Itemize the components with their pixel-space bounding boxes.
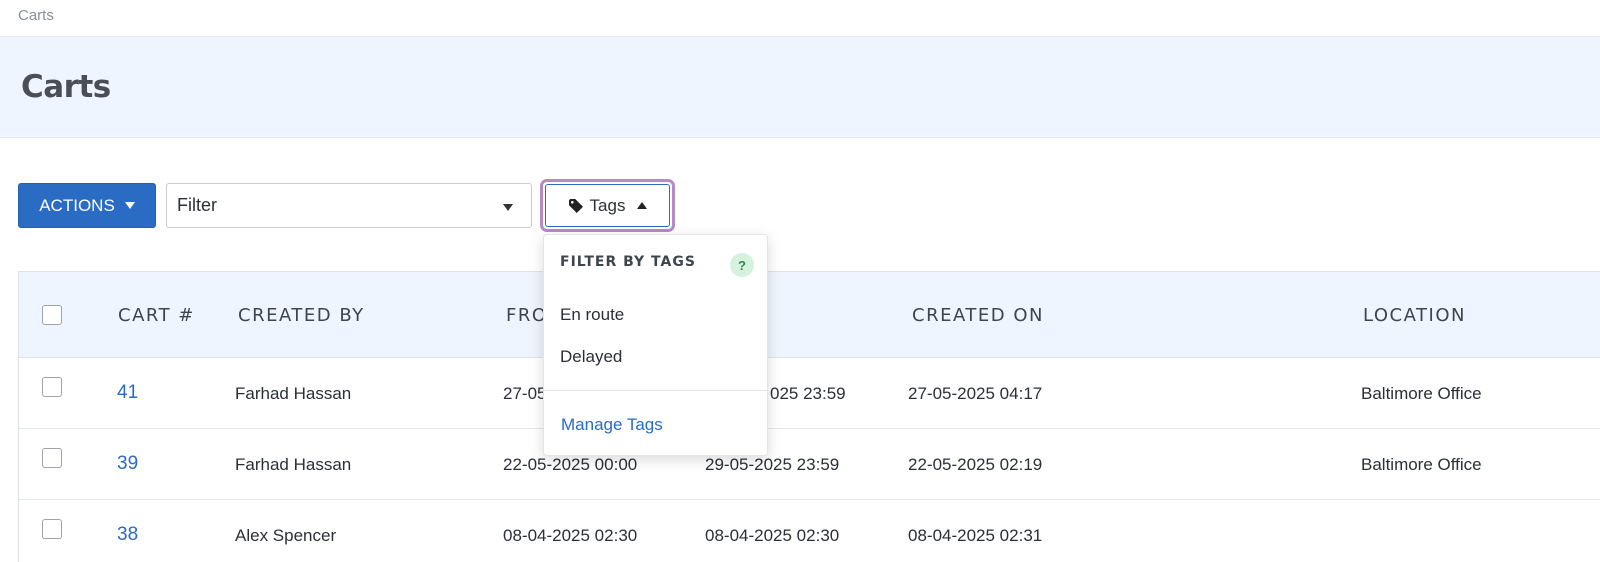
dropdown-title: FILTER BY TAGS: [560, 254, 696, 270]
actions-button[interactable]: ACTIONS: [18, 183, 156, 228]
cell-to: 025 23:59: [770, 384, 846, 403]
row-checkbox[interactable]: [42, 519, 62, 539]
cell-from: 22-05-2025 00:00: [503, 455, 638, 474]
header-cart-number[interactable]: CART #: [118, 305, 195, 326]
caret-up-icon: [637, 202, 648, 209]
header-created-by[interactable]: CREATED BY: [238, 305, 365, 326]
tags-button-label: Tags: [589, 195, 626, 215]
cart-link[interactable]: 39: [117, 453, 138, 475]
tag-option-en-route[interactable]: En route: [560, 305, 624, 325]
actions-button-label: ACTIONS: [39, 195, 115, 215]
table-row: 39 Farhad Hassan 22-05-2025 00:00 29-05-…: [19, 429, 1600, 500]
tags-button[interactable]: Tags: [545, 184, 670, 227]
cart-link[interactable]: 41: [117, 382, 138, 404]
help-icon[interactable]: ?: [730, 253, 754, 277]
cell-created-by: Farhad Hassan: [235, 384, 352, 403]
tag-option-delayed[interactable]: Delayed: [560, 347, 622, 367]
caret-down-icon: [124, 202, 135, 209]
page-title: Carts: [21, 69, 111, 105]
header-from[interactable]: FRO: [506, 305, 548, 326]
breadcrumb[interactable]: Carts: [18, 7, 54, 24]
tags-dropdown: FILTER BY TAGS ? En route Delayed Manage…: [543, 234, 769, 456]
dropdown-divider: [544, 390, 769, 391]
filter-select[interactable]: Filter: [166, 183, 532, 228]
cell-to: 29-05-2025 23:59: [705, 455, 840, 474]
cell-created-on: 08-04-2025 02:31: [908, 526, 1043, 545]
page-header: Carts: [0, 37, 1600, 138]
breadcrumb-bar: Carts: [0, 0, 1600, 37]
carts-table: CART # CREATED BY FRO CREATED ON LOCATIO…: [18, 271, 1600, 562]
cell-location: Baltimore Office: [1361, 455, 1482, 474]
row-checkbox[interactable]: [42, 377, 62, 397]
header-created-on[interactable]: CREATED ON: [912, 305, 1044, 326]
cell-created-on: 22-05-2025 02:19: [908, 455, 1043, 474]
cell-to: 08-04-2025 02:30: [705, 526, 840, 545]
header-location[interactable]: LOCATION: [1363, 305, 1466, 326]
table-header: CART # CREATED BY FRO CREATED ON LOCATIO…: [19, 272, 1600, 358]
row-checkbox[interactable]: [42, 448, 62, 468]
select-all-checkbox[interactable]: [42, 305, 62, 325]
table-row: 38 Alex Spencer 08-04-2025 02:30 08-04-2…: [19, 500, 1600, 562]
cell-created-on: 27-05-2025 04:17: [908, 384, 1043, 403]
manage-tags-link[interactable]: Manage Tags: [561, 415, 663, 435]
cell-from: 08-04-2025 02:30: [503, 526, 638, 545]
tag-icon: [568, 198, 583, 213]
cell-from: 27-05: [503, 384, 547, 403]
cell-created-by: Farhad Hassan: [235, 455, 352, 474]
cart-link[interactable]: 38: [117, 524, 138, 546]
cell-created-by: Alex Spencer: [235, 526, 337, 545]
caret-down-icon: [503, 204, 513, 211]
table-row: 41 Farhad Hassan 27-05 025 23:59 27-05-2…: [19, 358, 1600, 429]
filter-select-value: Filter: [177, 195, 217, 215]
cell-location: Baltimore Office: [1361, 384, 1482, 403]
